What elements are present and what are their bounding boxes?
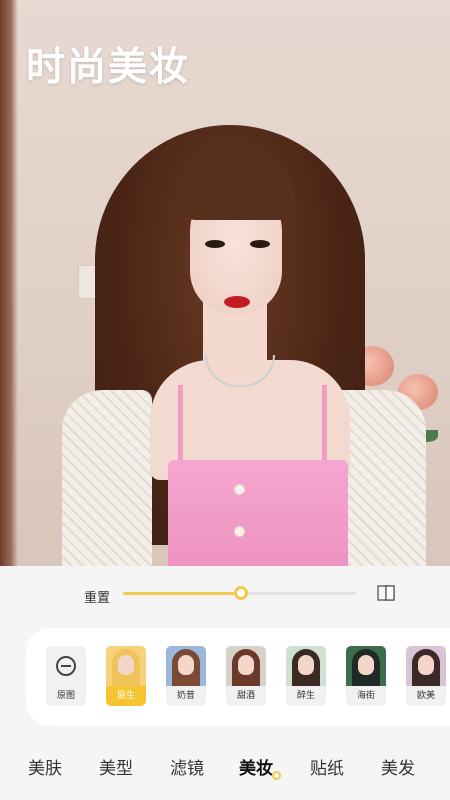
thumb-face	[298, 655, 314, 675]
tab-4[interactable]: 贴纸	[310, 754, 344, 779]
filter-thumb	[166, 646, 206, 686]
filter-label: 奶昔	[166, 686, 206, 706]
filter-thumb	[346, 646, 386, 686]
filter-label: 醉生	[286, 686, 326, 706]
door-frame	[0, 0, 18, 566]
filter-item[interactable]: 欧美	[406, 646, 446, 706]
tab-0[interactable]: 美肤	[28, 754, 62, 779]
thumb-face	[178, 655, 194, 675]
none-icon	[56, 656, 76, 676]
makeup-filter-list: 原图 原生 奶昔 甜酒 醉生 海街 欧美	[26, 628, 450, 726]
tab-3[interactable]: 美妆	[239, 754, 273, 779]
tab-5[interactable]: 美发	[381, 754, 415, 779]
headline: 时尚美妆	[26, 45, 191, 90]
filter-item[interactable]: 原生	[106, 646, 146, 706]
top-button	[234, 526, 245, 537]
strap-left	[178, 385, 183, 465]
thumb-face	[118, 655, 134, 675]
thumb-face	[358, 655, 374, 675]
eye-left	[205, 240, 225, 248]
intensity-slider[interactable]	[123, 586, 356, 600]
filter-item[interactable]: 原图	[46, 646, 86, 706]
filter-thumb	[406, 646, 446, 686]
strap-right	[322, 385, 327, 465]
eye-right	[250, 240, 270, 248]
bottom-tabs: 美肤 美型 滤镜 美妆 贴纸 美发	[0, 754, 450, 780]
filter-item[interactable]: 甜酒	[226, 646, 266, 706]
filter-label: 甜酒	[226, 686, 266, 706]
slider-thumb[interactable]	[234, 586, 248, 600]
filter-item[interactable]: 海街	[346, 646, 386, 706]
filter-label: 欧美	[406, 686, 446, 706]
tab-2[interactable]: 滤镜	[170, 754, 204, 779]
slider-fill	[123, 592, 241, 595]
compare-icon[interactable]	[377, 585, 395, 601]
filter-thumb	[106, 646, 146, 686]
filter-item[interactable]: 醉生	[286, 646, 326, 706]
filter-label: 原生	[106, 686, 146, 706]
reset-button[interactable]: 重置	[84, 587, 110, 606]
preview-photo: 时尚美妆	[0, 0, 450, 566]
thumb-face	[238, 655, 254, 675]
pink-top	[168, 460, 348, 566]
filter-thumb	[286, 646, 326, 686]
filter-label: 海街	[346, 686, 386, 706]
filter-thumb-original	[46, 646, 86, 686]
filter-label: 原图	[46, 686, 86, 706]
cardigan-left	[62, 390, 152, 566]
lips	[224, 296, 250, 308]
filter-thumb	[226, 646, 266, 686]
intensity-slider-row: 重置	[0, 566, 450, 624]
tab-1[interactable]: 美型	[99, 754, 133, 779]
top-button	[234, 484, 245, 495]
edit-panel: 重置 原图 原生 奶昔 甜酒 醉生 海街 欧美 美肤 美型 滤镜 美妆 贴纸 美发	[0, 566, 450, 800]
filter-item[interactable]: 奶昔	[166, 646, 206, 706]
active-tab-indicator	[272, 771, 281, 780]
thumb-face	[418, 655, 434, 675]
